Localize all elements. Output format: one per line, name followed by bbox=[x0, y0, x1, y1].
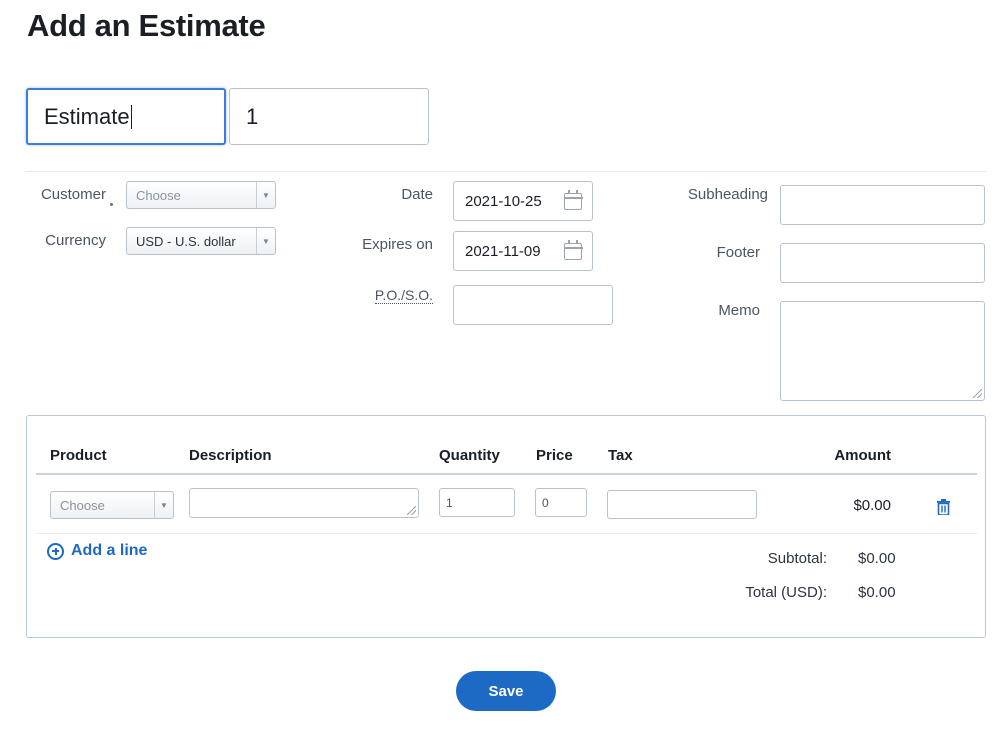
product-select-value: Choose bbox=[60, 497, 105, 513]
text-caret bbox=[130, 104, 132, 129]
subtotal-value: $0.00 bbox=[858, 550, 896, 567]
currency-select[interactable]: USD - U.S. dollar ▼ bbox=[126, 227, 276, 255]
footer-label: Footer bbox=[716, 244, 760, 261]
subheading-input[interactable] bbox=[780, 185, 985, 225]
page-title: Add an Estimate bbox=[27, 8, 266, 43]
chevron-down-icon: ▼ bbox=[154, 492, 173, 518]
description-textarea[interactable] bbox=[189, 488, 419, 518]
memo-textarea[interactable] bbox=[780, 301, 985, 401]
column-header-quantity: Quantity bbox=[439, 447, 500, 464]
price-input[interactable]: 0 bbox=[535, 488, 587, 517]
quantity-input[interactable]: 1 bbox=[439, 488, 515, 517]
header-divider bbox=[26, 171, 986, 172]
total-value: $0.00 bbox=[858, 584, 896, 601]
expires-value: 2021-11-09 bbox=[465, 242, 541, 260]
total-label: Total (USD): bbox=[745, 584, 827, 601]
customer-label: Customer bbox=[40, 186, 106, 203]
product-select[interactable]: Choose ▼ bbox=[50, 491, 174, 519]
date-input[interactable]: 2021-10-25 bbox=[453, 181, 593, 221]
date-value: 2021-10-25 bbox=[465, 192, 542, 210]
subtotal-label: Subtotal: bbox=[767, 550, 827, 567]
currency-select-value: USD - U.S. dollar bbox=[136, 233, 236, 249]
add-line-button[interactable]: Add a line bbox=[47, 542, 147, 560]
column-header-description: Description bbox=[189, 447, 272, 464]
expires-label: Expires on bbox=[362, 236, 433, 253]
column-header-product: Product bbox=[50, 447, 107, 464]
plus-circle-icon bbox=[47, 542, 64, 560]
po-so-label: P.O./S.O. bbox=[330, 287, 433, 304]
customer-select-value: Choose bbox=[136, 187, 181, 203]
currency-label: Currency bbox=[45, 232, 106, 249]
column-header-price: Price bbox=[536, 447, 573, 464]
row-divider bbox=[36, 533, 977, 534]
estimate-number-input[interactable]: 1 bbox=[229, 88, 429, 145]
chevron-down-icon: ▼ bbox=[256, 228, 275, 254]
resize-handle[interactable] bbox=[407, 506, 416, 515]
chevron-down-icon: ▼ bbox=[256, 182, 275, 208]
line-amount: $0.00 bbox=[853, 497, 891, 514]
save-button[interactable]: Save bbox=[456, 671, 556, 711]
column-header-tax: Tax bbox=[608, 447, 633, 464]
memo-label: Memo bbox=[718, 302, 760, 319]
add-line-label: Add a line bbox=[71, 542, 148, 559]
calendar-icon[interactable] bbox=[563, 190, 583, 210]
estimate-title-value: Estimate bbox=[44, 103, 130, 129]
footer-input[interactable] bbox=[780, 243, 985, 283]
resize-handle[interactable] bbox=[973, 389, 982, 398]
po-so-label-text: P.O./S.O. bbox=[374, 287, 433, 304]
po-so-input[interactable] bbox=[453, 285, 613, 325]
price-value: 0 bbox=[542, 495, 549, 510]
table-header-divider bbox=[36, 473, 977, 475]
customer-select[interactable]: Choose ▼ bbox=[126, 181, 276, 209]
date-label: Date bbox=[401, 186, 433, 203]
estimate-number-value: 1 bbox=[246, 103, 259, 129]
column-header-amount: Amount bbox=[834, 447, 891, 464]
estimate-title-input[interactable]: Estimate bbox=[26, 88, 226, 145]
subheading-label: Subheading bbox=[687, 186, 768, 203]
quantity-value: 1 bbox=[446, 495, 453, 510]
tax-input[interactable] bbox=[607, 490, 757, 519]
expires-input[interactable]: 2021-11-09 bbox=[453, 231, 593, 271]
trash-icon[interactable] bbox=[937, 499, 950, 515]
required-dot bbox=[110, 203, 113, 206]
calendar-icon[interactable] bbox=[563, 240, 583, 260]
